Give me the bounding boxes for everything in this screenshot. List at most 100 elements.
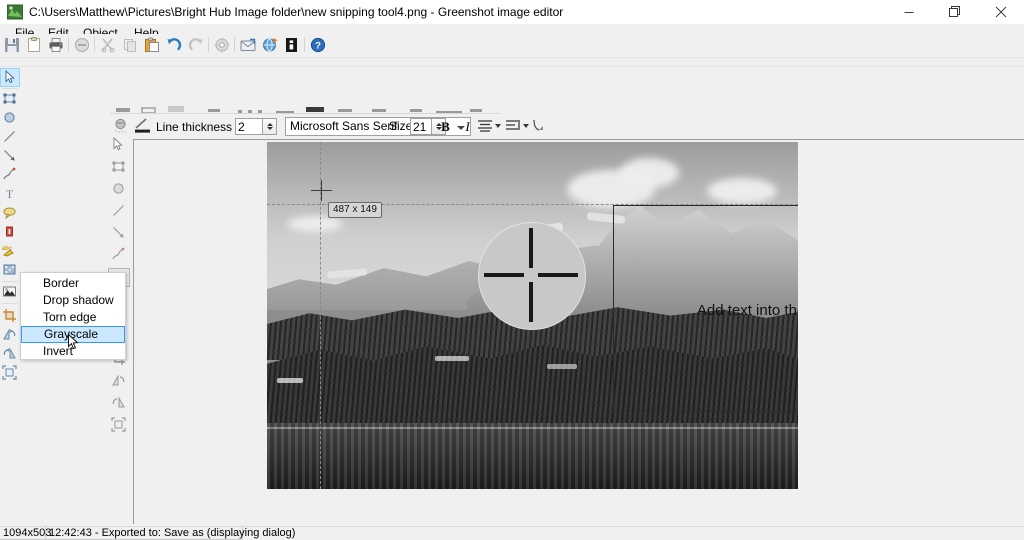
copy-icon[interactable] — [120, 35, 140, 55]
snow-patch — [277, 378, 303, 383]
rotate-ccw-tool[interactable] — [0, 326, 20, 345]
undo-icon[interactable] — [164, 35, 184, 55]
inner-rotate-cw-tool[interactable] — [108, 394, 130, 413]
font-size-input[interactable] — [410, 118, 432, 135]
vertical-align-button[interactable] — [504, 117, 530, 136]
lake-region — [267, 423, 798, 489]
toolbar-separator — [208, 37, 209, 52]
image-viewport[interactable]: Add text into the text box. — [134, 142, 798, 489]
clipboard-icon[interactable] — [24, 35, 44, 55]
speechbubble-tool[interactable] — [0, 204, 20, 223]
crosshair-cursor — [311, 180, 332, 201]
crosshair-horizontal-left — [484, 273, 524, 277]
paste-icon[interactable] — [142, 35, 162, 55]
text-box-content[interactable]: Add text into the text box. — [614, 302, 798, 319]
snow-patch — [547, 364, 577, 369]
main-toolbar: ? — [0, 34, 1024, 56]
email-icon[interactable] — [238, 35, 258, 55]
restore-button[interactable] — [932, 0, 978, 24]
inner-line-tool[interactable] — [108, 202, 130, 221]
crosshair-horizontal-right — [538, 273, 578, 277]
line-thickness-input[interactable] — [235, 118, 263, 135]
line-thickness-spinner[interactable] — [263, 118, 277, 135]
cloud — [707, 178, 777, 204]
select-tool[interactable] — [0, 68, 20, 87]
tool-palette: T abc — [0, 68, 20, 434]
effects-tool[interactable] — [0, 283, 20, 302]
toolbar-separator — [68, 37, 69, 52]
snow-patch — [435, 356, 469, 361]
font-size-value[interactable] — [411, 119, 431, 134]
highlight-tool[interactable]: abc — [0, 242, 20, 261]
mouse-cursor — [68, 334, 80, 351]
toolbar-separator — [304, 37, 305, 52]
settings-icon[interactable] — [212, 35, 232, 55]
window-title: C:\Users\Matthew\Pictures\Bright Hub Ima… — [29, 4, 563, 20]
rotate-cw-tool[interactable] — [0, 345, 20, 364]
tool-separator — [2, 88, 18, 89]
app-icon — [7, 4, 23, 20]
horizontal-align-button[interactable] — [476, 117, 502, 136]
crosshair-vertical-top — [529, 228, 533, 268]
minimize-button[interactable] — [886, 0, 932, 24]
cloud — [619, 158, 679, 188]
rectangle-tool[interactable] — [0, 90, 20, 109]
menu-item-drop-shadow[interactable]: Drop shadow — [21, 292, 125, 309]
text-tool[interactable]: T — [0, 185, 20, 204]
clipped-toolbar-row — [110, 100, 500, 114]
crop-tool[interactable] — [0, 307, 20, 326]
help-icon[interactable]: ? — [308, 35, 328, 55]
tool-separator — [2, 281, 18, 282]
inner-ellipse-tool[interactable] — [108, 180, 130, 199]
autocrop-tool[interactable] — [0, 364, 20, 383]
inner-rectangle-tool[interactable] — [108, 158, 130, 177]
greenshot-editor-window: C:\Users\Matthew\Pictures\Bright Hub Ima… — [0, 0, 1024, 540]
line-tool[interactable] — [0, 128, 20, 147]
open-in-browser-icon[interactable] — [260, 35, 280, 55]
inner-select-tool[interactable] — [108, 136, 130, 155]
obfuscate-tool[interactable] — [0, 261, 20, 280]
toolbar-separator — [234, 37, 235, 52]
size-label: Size — [389, 115, 412, 137]
menu-item-torn-edge[interactable]: Torn edge — [21, 309, 125, 326]
status-message: 12:42:43 - Exported to: Save as (display… — [46, 527, 243, 540]
text-box-annotation[interactable]: Add text into the text box. — [613, 205, 798, 412]
title-bar: C:\Users\Matthew\Pictures\Bright Hub Ima… — [0, 0, 1024, 24]
shadow-button[interactable] — [530, 117, 549, 136]
toolbar-divider-2 — [0, 66, 1024, 67]
line-thickness-label: Line thickness — [156, 116, 232, 138]
inner-autocrop-tool[interactable] — [108, 416, 130, 435]
italic-button[interactable]: I — [458, 117, 477, 136]
inner-freehand-tool[interactable] — [108, 246, 130, 265]
toolbar-separator — [94, 37, 95, 52]
format-toolbar: Line thickness Microsoft Sans Serif Size… — [108, 116, 538, 138]
counter-tool[interactable] — [0, 223, 20, 242]
cloud — [287, 216, 343, 232]
ellipse-tool[interactable] — [0, 109, 20, 128]
redo-icon[interactable] — [186, 35, 206, 55]
fill-color-icon[interactable] — [112, 117, 131, 136]
line-color-icon[interactable] — [134, 117, 153, 136]
destination-icon[interactable] — [282, 35, 302, 55]
inner-arrow-tool[interactable] — [108, 224, 130, 243]
status-bar: 1094x503 12:42:43 - Exported to: Save as… — [0, 526, 1024, 540]
print-icon[interactable] — [46, 35, 66, 55]
menu-item-border[interactable]: Border — [21, 275, 125, 292]
status-dimensions: 1094x503 — [0, 527, 46, 540]
font-family-value: Microsoft Sans Serif — [290, 118, 397, 135]
line-thickness-value[interactable] — [236, 119, 262, 134]
svg-text:?: ? — [315, 41, 321, 52]
close-button[interactable] — [978, 0, 1024, 24]
toolbar-divider — [0, 57, 1024, 58]
bold-button[interactable]: B — [436, 117, 455, 136]
freehand-tool[interactable] — [0, 166, 20, 185]
water-reflection — [267, 423, 798, 489]
delete-icon[interactable] — [72, 35, 92, 55]
inner-rotate-ccw-tool[interactable] — [108, 372, 130, 391]
crosshair-vertical-bottom — [529, 282, 533, 322]
svg-text:T: T — [6, 187, 14, 201]
edited-image[interactable]: Add text into the text box. — [267, 142, 798, 489]
arrow-tool[interactable] — [0, 147, 20, 166]
cut-icon[interactable] — [98, 35, 118, 55]
save-icon[interactable] — [2, 35, 22, 55]
